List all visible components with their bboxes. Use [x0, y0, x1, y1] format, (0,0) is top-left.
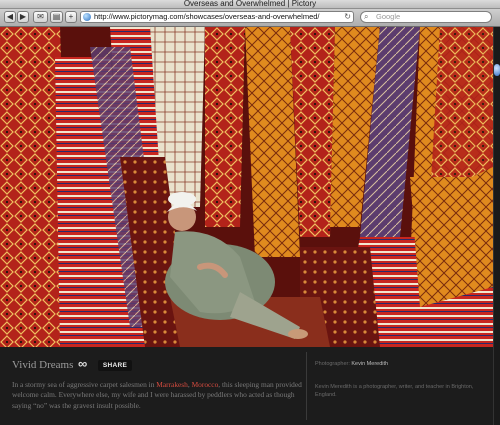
address-bar[interactable]: http://www.pictorymag.com/showcases/over…	[80, 11, 354, 23]
page-icon: ▤	[52, 12, 61, 21]
forward-arrow-icon: ▶	[19, 12, 27, 21]
photo-description: In a stormy sea of aggressive carpet sal…	[12, 380, 302, 411]
caption-divider	[306, 352, 307, 420]
photographer-name[interactable]: Kevin Meredith	[351, 361, 388, 367]
infinity-icon[interactable]: ∞	[78, 356, 87, 371]
carpet-shop-photo	[0, 27, 493, 347]
forward-button[interactable]: ▶	[17, 11, 29, 23]
search-icon: ⌕	[364, 12, 369, 21]
envelope-icon: ✉	[37, 12, 44, 21]
mail-button[interactable]: ✉	[33, 11, 48, 23]
description-text: In a stormy sea of aggressive carpet sal…	[12, 380, 157, 389]
url-text[interactable]: http://www.pictorymag.com/showcases/over…	[94, 12, 320, 22]
photographer-credit: Photographer: Kevin Meredith	[315, 361, 388, 367]
plus-icon: +	[68, 12, 74, 21]
showcase-photo	[0, 27, 493, 347]
photo-title: Vivid Dreams	[12, 359, 74, 371]
vertical-scrollbar[interactable]	[493, 27, 500, 425]
back-button[interactable]: ◀	[4, 11, 16, 23]
share-button[interactable]: SHARE	[98, 360, 132, 371]
city-link[interactable]: Marrakesh	[156, 380, 188, 389]
back-arrow-icon: ◀	[6, 12, 14, 21]
add-bookmark-button[interactable]: +	[65, 11, 77, 23]
window-title: Overseas and Overwhelmed | Pictory	[183, 0, 317, 8]
share-page-button[interactable]: ▤	[50, 11, 63, 23]
photographer-label: Photographer:	[315, 361, 352, 367]
search-placeholder: Google	[376, 12, 401, 21]
country-link[interactable]: Morocco	[192, 380, 219, 389]
globe-icon	[83, 13, 91, 21]
search-field[interactable]: ⌕ Google	[360, 11, 492, 23]
scrollbar-thumb[interactable]	[494, 64, 500, 76]
browser-toolbar: ◀ ▶ ✉ ▤ + http://www.pictorymag.com/show…	[0, 9, 500, 27]
photographer-bio: Kevin Meredith is a photographer, writer…	[315, 384, 474, 398]
reload-icon[interactable]: ↻	[344, 12, 351, 22]
window-titlebar: Overseas and Overwhelmed | Pictory	[0, 0, 500, 9]
photo-caption-panel: Vivid Dreams ∞ SHARE In a stormy sea of …	[0, 347, 493, 425]
